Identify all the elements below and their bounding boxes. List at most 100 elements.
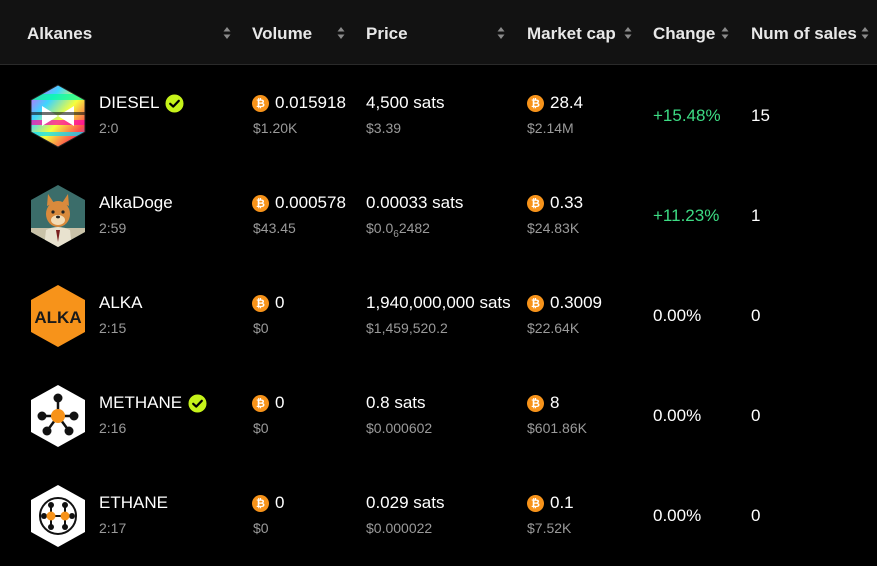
sort-icon[interactable] — [337, 26, 345, 40]
market-cap-btc-value: 28.4 — [550, 93, 584, 112]
bitcoin-icon: ₿ — [252, 394, 269, 412]
token-id: 2:0 — [99, 120, 119, 136]
column-header-alkanes-label: Alkanes — [27, 24, 93, 43]
market-cap-usd: $22.64K — [527, 320, 580, 336]
column-header-num-sales[interactable]: Num of sales — [751, 23, 857, 45]
verified-check-icon — [165, 94, 184, 113]
token-name[interactable]: ALKA — [99, 293, 142, 313]
volume-usd: $0 — [253, 520, 269, 536]
table-header — [0, 0, 877, 65]
methane-molecule-icon — [30, 384, 86, 448]
volume-btc-value: 0 — [275, 393, 285, 412]
table-row[interactable]: METHANE 2:16 ₿ 0 $0 0.8 sats $0.000602 ₿… — [0, 366, 877, 466]
table-row[interactable]: ALKA ALKA 2:15 ₿ 0 $0 1,940,000,000 sats… — [0, 266, 877, 366]
bitcoin-icon: ₿ — [527, 94, 544, 112]
change-value: 0.00% — [653, 406, 702, 425]
market-cap-btc: ₿ 28.4 — [527, 93, 583, 113]
token-name[interactable]: ETHANE — [99, 493, 168, 513]
change-value: +15.48% — [653, 106, 721, 125]
sort-icon[interactable] — [624, 26, 632, 40]
column-header-alkanes[interactable]: Alkanes — [27, 23, 92, 45]
market-cap-btc-value: 8 — [550, 393, 560, 412]
price-sats: 0.029 sats — [366, 493, 445, 512]
volume-btc-value: 0 — [275, 493, 285, 512]
ethane-molecule-icon — [30, 484, 86, 548]
column-header-market-cap[interactable]: Market cap — [527, 23, 616, 45]
price-sats: 0.00033 sats — [366, 193, 464, 212]
volume-usd: $0 — [253, 320, 269, 336]
bitcoin-icon: ₿ — [252, 494, 269, 512]
sort-icon[interactable] — [721, 26, 729, 40]
bitcoin-icon: ₿ — [527, 494, 544, 512]
market-cap-btc-value: 0.33 — [550, 193, 584, 212]
volume-usd: $0 — [253, 420, 269, 436]
volume-btc-value: 0.015918 — [275, 93, 346, 112]
token-name[interactable]: AlkaDoge — [99, 193, 173, 213]
doge-icon — [30, 184, 86, 248]
column-header-change[interactable]: Change — [653, 23, 715, 45]
bitcoin-icon: ₿ — [527, 194, 544, 212]
column-header-price[interactable]: Price — [366, 23, 408, 45]
table-row[interactable]: AlkaDoge 2:59 ₿ 0.000578 $43.45 0.00033 … — [0, 166, 877, 266]
sort-icon[interactable] — [861, 26, 869, 40]
token-name[interactable]: DIESEL — [99, 93, 184, 113]
column-header-volume[interactable]: Volume — [252, 23, 312, 45]
market-cap-btc: ₿ 0.3009 — [527, 293, 602, 313]
volume-btc: ₿ 0 — [252, 393, 284, 413]
alka-logo-text: ALKA — [34, 308, 81, 327]
volume-btc: ₿ 0.015918 — [252, 93, 346, 113]
column-header-change-label: Change — [653, 24, 716, 43]
price-usd-prefix: $0.0 — [366, 220, 394, 236]
token-name-label: ETHANE — [99, 493, 168, 512]
table-row[interactable]: DIESEL 2:0 ₿ 0.015918 $1.20K 4,500 sats … — [0, 66, 877, 166]
price-usd: $0.000602 — [366, 420, 433, 436]
alka-icon: ALKA — [30, 284, 86, 348]
alkanes-table: Alkanes Volume Price Market cap Change N… — [0, 0, 877, 560]
price-usd-suffix: 2482 — [398, 220, 430, 236]
market-cap-btc-value: 0.1 — [550, 493, 574, 512]
volume-usd: $1.20K — [253, 120, 298, 136]
bitcoin-icon: ₿ — [527, 394, 544, 412]
table-row[interactable]: ETHANE 2:17 ₿ 0 $0 0.029 sats $0.000022 … — [0, 466, 877, 566]
token-name-label: ALKA — [99, 293, 143, 312]
token-name-label: METHANE — [99, 393, 183, 412]
num-sales-value: 1 — [751, 206, 761, 225]
column-header-num-sales-label: Num of sales — [751, 24, 857, 43]
sort-icon[interactable] — [497, 26, 505, 40]
market-cap-btc: ₿ 8 — [527, 393, 559, 413]
volume-btc: ₿ 0 — [252, 293, 284, 313]
num-sales-value: 0 — [751, 306, 761, 325]
market-cap-usd: $2.14M — [527, 120, 574, 136]
bitcoin-icon: ₿ — [252, 194, 269, 212]
token-name-label: DIESEL — [99, 93, 160, 112]
price-sats: 0.8 sats — [366, 393, 426, 412]
price-usd: $0.000022 — [366, 520, 433, 536]
num-sales-value: 15 — [751, 106, 770, 125]
market-cap-btc: ₿ 0.1 — [527, 493, 574, 513]
market-cap-usd: $7.52K — [527, 520, 572, 536]
price-usd: $0.062482 — [366, 220, 430, 240]
num-sales-value: 0 — [751, 406, 761, 425]
token-id: 2:16 — [99, 420, 127, 436]
market-cap-usd: $601.86K — [527, 420, 587, 436]
column-header-volume-label: Volume — [252, 24, 313, 43]
verified-check-icon — [188, 394, 207, 413]
token-id: 2:17 — [99, 520, 127, 536]
volume-btc-value: 0.000578 — [275, 193, 346, 212]
market-cap-btc: ₿ 0.33 — [527, 193, 583, 213]
volume-btc: ₿ 0.000578 — [252, 193, 346, 213]
market-cap-usd: $24.83K — [527, 220, 580, 236]
sort-icon[interactable] — [223, 26, 231, 40]
bitcoin-icon: ₿ — [252, 294, 269, 312]
volume-btc-value: 0 — [275, 293, 285, 312]
token-id: 2:59 — [99, 220, 127, 236]
price-usd-zero-count: 6 — [393, 229, 399, 240]
diesel-rainbow-icon — [30, 84, 86, 148]
price-usd: $3.39 — [366, 120, 402, 136]
token-id: 2:15 — [99, 320, 127, 336]
column-header-price-label: Price — [366, 24, 408, 43]
change-value: 0.00% — [653, 306, 702, 325]
token-name[interactable]: METHANE — [99, 393, 207, 413]
bitcoin-icon: ₿ — [527, 294, 544, 312]
change-value: +11.23% — [653, 206, 720, 225]
